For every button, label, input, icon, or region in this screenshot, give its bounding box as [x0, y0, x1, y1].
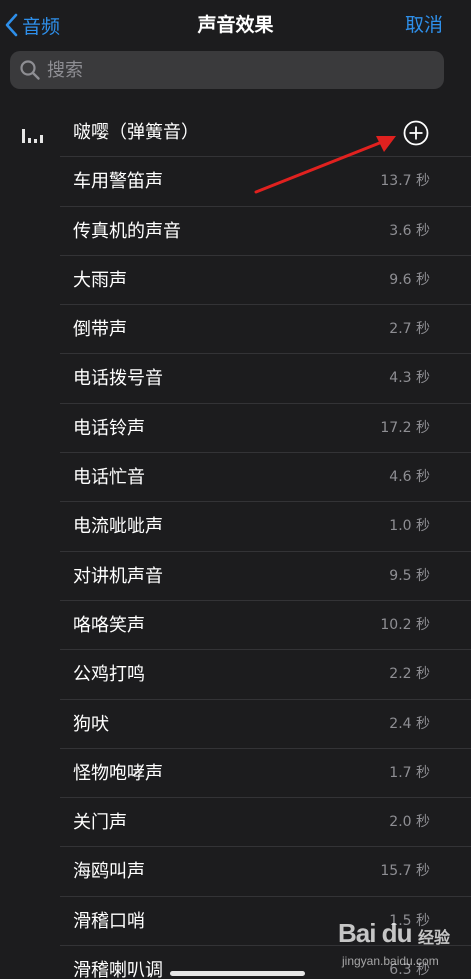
- list-item[interactable]: 滑稽口哨 1.5 秒: [60, 897, 471, 947]
- sound-name: 怪物咆哮声: [73, 762, 163, 784]
- list-item[interactable]: 怪物咆哮声 1.7 秒: [60, 749, 471, 799]
- list-item[interactable]: 倒带声 2.7 秒: [60, 305, 471, 355]
- sound-name: 电话铃声: [73, 417, 145, 439]
- waveform-icon: [22, 129, 43, 143]
- sound-duration: 10.2 秒: [380, 616, 430, 633]
- sound-name: 海鸥叫声: [73, 861, 145, 883]
- sound-name: 大雨声: [73, 269, 127, 291]
- sound-duration: 1.5 秒: [389, 912, 430, 929]
- sound-duration: 2.4 秒: [389, 715, 430, 732]
- list-item[interactable]: 咯咯笑声 10.2 秒: [60, 601, 471, 651]
- list-item[interactable]: 公鸡打鸣 2.2 秒: [60, 650, 471, 700]
- sound-name: 公鸡打鸣: [73, 664, 145, 686]
- sound-name: 啵嘤（弹簧音）: [73, 122, 199, 143]
- home-indicator[interactable]: [170, 971, 305, 976]
- page-title: 声音效果: [197, 14, 274, 36]
- sound-duration: 2.0 秒: [389, 814, 430, 831]
- plus-circle-icon[interactable]: [403, 120, 429, 146]
- list-item[interactable]: 对讲机声音 9.5 秒: [60, 552, 471, 601]
- sound-name: 关门声: [73, 812, 127, 834]
- list-item[interactable]: 车用警笛声 13.7 秒: [60, 157, 471, 207]
- sound-duration: 1.0 秒: [389, 518, 430, 535]
- sound-name: 对讲机声音: [73, 565, 163, 587]
- search-input[interactable]: [45, 58, 429, 82]
- list-item[interactable]: 电流呲呲声 1.0 秒: [60, 502, 471, 552]
- search-icon: [20, 60, 40, 80]
- sound-duration: 1.7 秒: [389, 764, 430, 781]
- sound-duration: 13.7 秒: [380, 173, 430, 190]
- sound-duration: 9.6 秒: [389, 271, 430, 288]
- sound-name: 咯咯笑声: [73, 614, 145, 636]
- cancel-button[interactable]: 取消: [405, 10, 443, 40]
- list-item[interactable]: 电话拨号音 4.3 秒: [60, 354, 471, 404]
- sound-duration: 3.6 秒: [389, 222, 430, 239]
- sound-duration: 15.7 秒: [380, 863, 430, 880]
- list-item[interactable]: 传真机的声音 3.6 秒: [60, 207, 471, 256]
- list-item[interactable]: 电话铃声 17.2 秒: [60, 404, 471, 454]
- search-bar[interactable]: [10, 51, 444, 89]
- sound-name: 滑稽口哨: [73, 910, 145, 932]
- sound-name: 倒带声: [73, 319, 127, 341]
- sound-duration: 17.2 秒: [380, 419, 430, 436]
- sound-name: 电流呲呲声: [73, 516, 163, 538]
- sound-effects-panel: 啵嘤（弹簧音） 车用警笛声 13.7 秒 传真机的声音 3.6 秒 大雨声 9.…: [0, 108, 471, 979]
- list-item[interactable]: 狗吠 2.4 秒: [60, 700, 471, 749]
- sound-list: 啵嘤（弹簧音） 车用警笛声 13.7 秒 传真机的声音 3.6 秒 大雨声 9.…: [60, 108, 471, 979]
- list-item[interactable]: 关门声 2.0 秒: [60, 798, 471, 848]
- list-item[interactable]: 大雨声 9.6 秒: [60, 256, 471, 306]
- header-bar: 音频 声音效果 取消: [0, 0, 471, 108]
- sound-duration: 4.6 秒: [389, 469, 430, 486]
- list-item[interactable]: 海鸥叫声 15.7 秒: [60, 847, 471, 897]
- sound-name: 电话忙音: [73, 467, 145, 489]
- sound-name: 电话拨号音: [73, 368, 163, 390]
- sound-duration: 9.5 秒: [389, 567, 430, 584]
- sound-duration: 2.2 秒: [389, 666, 430, 683]
- list-item[interactable]: 啵嘤（弹簧音）: [60, 108, 471, 158]
- sound-name: 车用警笛声: [73, 171, 163, 193]
- sound-duration: 4.3 秒: [389, 370, 430, 387]
- sound-name: 传真机的声音: [73, 220, 181, 242]
- sound-name: 滑稽喇叭调: [73, 960, 163, 979]
- sound-duration: 2.7 秒: [389, 321, 430, 338]
- sound-duration: 6.3 秒: [389, 962, 430, 979]
- sound-name: 狗吠: [73, 713, 109, 735]
- list-item[interactable]: 电话忙音 4.6 秒: [60, 453, 471, 503]
